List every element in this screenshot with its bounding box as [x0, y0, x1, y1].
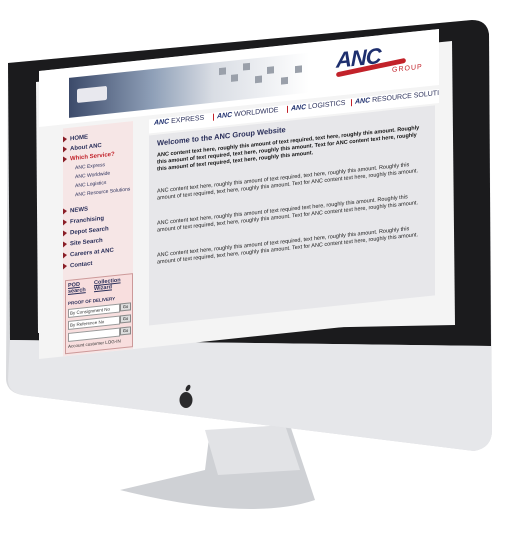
pod-search-link[interactable]: POD search: [68, 281, 90, 295]
truck-image: [77, 85, 107, 104]
arrow-bullet-icon: [63, 156, 67, 163]
arrow-bullet-icon: [63, 263, 67, 270]
sidebar-item-careers[interactable]: Careers at ANC: [63, 247, 114, 259]
tab-express[interactable]: ANC EXPRESS: [151, 115, 204, 128]
main-content: Welcome to the ANC Group Website ANC con…: [149, 105, 435, 326]
arrow-bullet-icon: [63, 136, 67, 143]
sidebar-subitem-worldwide[interactable]: ANC Worldwide: [75, 171, 110, 181]
sidebar-item-franchising[interactable]: Franchising: [63, 215, 104, 226]
reference-go-button[interactable]: Go: [120, 314, 131, 324]
arrow-bullet-icon: [63, 230, 67, 237]
sidebar-subitem-logistics[interactable]: ANC Logistics: [75, 180, 106, 189]
stand-neck: [205, 425, 300, 475]
sidebar-item-about[interactable]: About ANC: [63, 142, 102, 153]
content-paragraph-3: ANC content text here, roughly this amou…: [157, 226, 418, 266]
tab-worldwide[interactable]: ANC WORLDWIDE: [213, 106, 279, 121]
collection-wizard-link[interactable]: Collection Wizard: [94, 276, 130, 292]
arrow-bullet-icon: [63, 208, 67, 215]
sidebar-item-news[interactable]: NEWS: [63, 206, 88, 215]
arrow-bullet-icon: [63, 146, 67, 153]
pod-panel: POD search Collection Wizard PROOF OF DE…: [65, 273, 133, 355]
website-screen: ANC GROUP HOME About ANC Which Service? …: [39, 28, 439, 359]
sidebar-item-contact[interactable]: Contact: [63, 260, 92, 270]
sidebar-subitem-express[interactable]: ANC Express: [75, 162, 105, 171]
arrow-bullet-icon: [63, 241, 67, 248]
sidebar-item-home[interactable]: HOME: [63, 134, 88, 143]
sidebar-nav: HOME About ANC Which Service? ANC Expres…: [63, 121, 133, 357]
arrow-bullet-icon: [63, 252, 67, 259]
sidebar-item-site-search[interactable]: Site Search: [63, 237, 103, 248]
sidebar-item-which-service[interactable]: Which Service?: [63, 151, 115, 163]
tab-logistics[interactable]: ANC LOGISTICS: [287, 99, 346, 113]
consignment-go-button[interactable]: Go: [120, 302, 131, 312]
sidebar-item-depot-search[interactable]: Depot Search: [63, 226, 109, 237]
arrow-bullet-icon: [63, 219, 67, 226]
anc-logo[interactable]: ANC GROUP: [335, 38, 426, 83]
extra-go-button[interactable]: Go: [120, 326, 131, 336]
logo-group-text: GROUP: [392, 63, 423, 74]
